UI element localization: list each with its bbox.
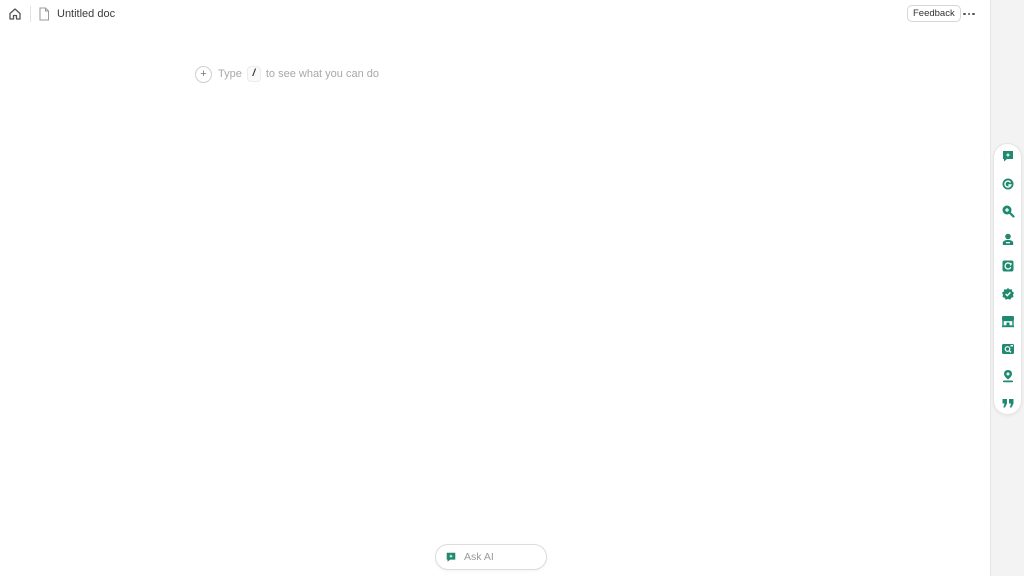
- refresh-doc-icon[interactable]: [1001, 259, 1015, 273]
- placeholder-text-after: to see what you can do: [265, 68, 379, 80]
- editor-empty-line: + Type / to see what you can do: [195, 65, 379, 83]
- editor-placeholder[interactable]: Type / to see what you can do: [218, 66, 379, 82]
- doc-title[interactable]: Untitled doc: [57, 7, 115, 21]
- image-search-icon[interactable]: [1001, 342, 1015, 356]
- quote-icon[interactable]: [1001, 396, 1015, 410]
- slash-key: /: [246, 66, 261, 82]
- more-horizontal-icon[interactable]: [960, 6, 978, 22]
- verified-badge-icon[interactable]: [1001, 287, 1015, 301]
- location-pin-icon[interactable]: [1001, 369, 1015, 383]
- ask-ai-button[interactable]: Ask AI: [435, 544, 547, 570]
- chat-sparkle-icon: [446, 552, 456, 562]
- feedback-button[interactable]: Feedback: [907, 5, 961, 22]
- plus-icon[interactable]: +: [195, 65, 212, 83]
- user-profile-icon[interactable]: [1001, 232, 1015, 246]
- ask-ai-label: Ask AI: [464, 551, 494, 563]
- header-divider: [30, 6, 31, 22]
- chat-sparkle-icon[interactable]: [1001, 149, 1015, 163]
- placeholder-text-before: Type: [218, 68, 242, 80]
- home-icon[interactable]: [7, 6, 23, 22]
- zoom-search-icon[interactable]: [1001, 204, 1015, 218]
- tool-pill: [993, 143, 1022, 415]
- file-icon: [38, 7, 50, 21]
- grammar-check-icon[interactable]: [1001, 177, 1015, 191]
- top-bar: Untitled doc Feedback: [0, 0, 990, 28]
- store-icon[interactable]: [1001, 314, 1015, 328]
